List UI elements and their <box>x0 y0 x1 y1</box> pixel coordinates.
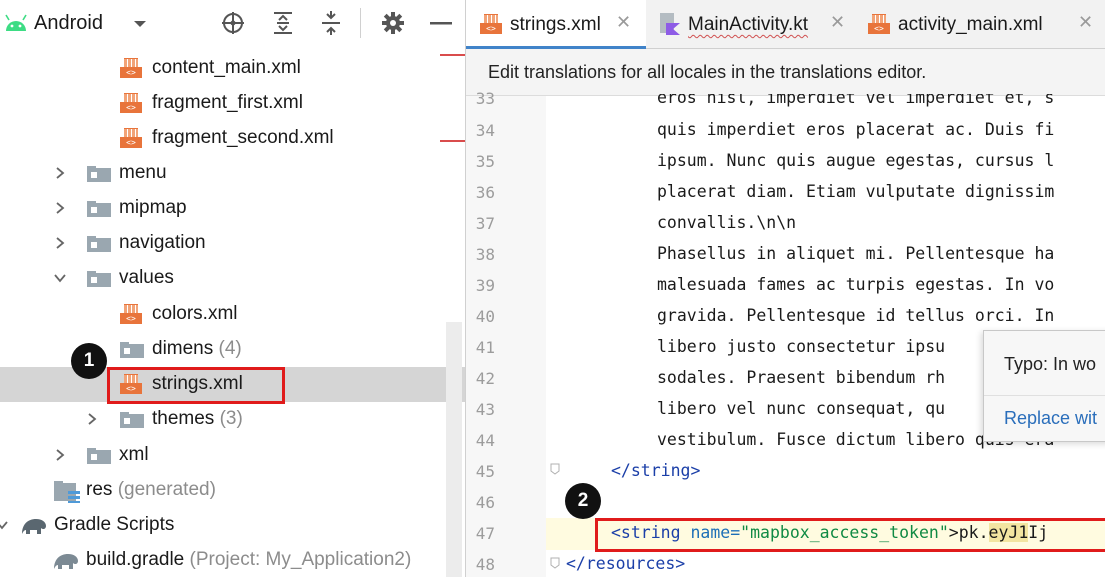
highlight-box-mapbox-token <box>595 518 1105 552</box>
tree-item-label: fragment_second.xml <box>152 127 334 148</box>
tree-item-label: xml <box>119 444 149 465</box>
typo-message: Typo: In wo <box>1004 354 1097 374</box>
collapse-all-button[interactable] <box>318 10 344 36</box>
tree-item-label: res (generated) <box>86 479 216 500</box>
tab-mainactivity-kt[interactable]: MainActivity.kt ✕ <box>646 0 854 48</box>
tree-item-xml[interactable]: xml <box>0 438 465 473</box>
tree-item-build-gradle[interactable]: build.gradle (Project: My_Application2) <box>0 543 465 577</box>
close-icon[interactable]: ✕ <box>616 12 631 33</box>
collapse-all-icon <box>322 11 340 35</box>
chevron-down-icon[interactable] <box>0 519 8 531</box>
xml-file-icon: <> <box>120 304 142 324</box>
header-divider <box>360 8 361 38</box>
folder-icon <box>87 166 111 182</box>
step-badge-2: 2 <box>565 483 601 519</box>
typo-quickfix-popup: Typo: In wo Replace wit <box>983 330 1105 442</box>
line-number-gutter <box>466 96 546 577</box>
xml-file-icon: <> <box>120 58 142 78</box>
popup-separator <box>984 395 1105 396</box>
project-panel-header: Android <box>0 0 465 48</box>
folder-icon <box>87 448 111 464</box>
gradle-elephant-icon <box>22 519 46 534</box>
tab-label: MainActivity.kt <box>688 14 809 35</box>
settings-button[interactable] <box>380 10 406 36</box>
kotlin-file-icon <box>660 13 680 35</box>
change-marker <box>440 140 465 142</box>
expand-all-icon <box>274 12 292 34</box>
gradle-elephant-icon <box>54 554 78 569</box>
tree-item-label: colors.xml <box>152 303 238 324</box>
tree-item-fragment-first-xml[interactable]: <> fragment_first.xml <box>0 86 465 121</box>
tree-item-fragment-second-xml[interactable]: <> fragment_second.xml <box>0 121 465 156</box>
folder-icon <box>120 342 144 358</box>
tab-label: activity_main.xml <box>898 14 1043 35</box>
tree-item-label: content_main.xml <box>152 57 301 78</box>
tree-item-menu[interactable]: menu <box>0 156 465 191</box>
tree-item-label: themes (3) <box>152 408 243 429</box>
tree-item-res-generated[interactable]: res (generated) <box>0 473 465 508</box>
tree-item-gradle-scripts[interactable]: Gradle Scripts <box>0 508 465 543</box>
fold-marker-icon[interactable] <box>550 463 560 475</box>
change-marker <box>440 54 465 56</box>
tree-item-navigation[interactable]: navigation <box>0 226 465 261</box>
tree-item-count: (4) <box>218 338 242 359</box>
translations-editor-banner: Edit translations for all locales in the… <box>466 49 1105 96</box>
tree-item-label: menu <box>119 162 167 183</box>
tree-item-themes[interactable]: themes (3) <box>0 402 465 437</box>
chevron-right-icon[interactable] <box>86 413 98 425</box>
xml-file-icon: <> <box>480 14 502 34</box>
tree-item-label: fragment_first.xml <box>152 92 303 113</box>
folder-icon <box>87 271 111 287</box>
project-panel: Android <> content_main.xml <> fragment_… <box>0 0 465 577</box>
chevron-right-icon[interactable] <box>54 237 66 249</box>
folder-icon <box>87 236 111 252</box>
resource-folder-icon <box>54 481 80 503</box>
folder-icon <box>87 201 111 217</box>
gear-icon <box>382 12 404 34</box>
xml-file-icon: <> <box>120 128 142 148</box>
tree-item-label: Gradle Scripts <box>54 514 175 535</box>
xml-file-icon: <> <box>120 93 142 113</box>
expand-all-button[interactable] <box>270 10 296 36</box>
fold-marker-icon[interactable] <box>550 557 560 569</box>
chevron-down-icon[interactable] <box>54 272 66 284</box>
tree-item-label: build.gradle (Project: My_Application2) <box>86 549 412 570</box>
project-panel-scrollbar[interactable] <box>446 322 462 577</box>
replace-with-action[interactable]: Replace wit <box>1004 408 1097 429</box>
tree-item-mipmap[interactable]: mipmap <box>0 191 465 226</box>
close-icon[interactable]: ✕ <box>830 12 845 33</box>
project-view-selector[interactable]: Android <box>34 12 103 35</box>
tree-item-dimens[interactable]: dimens (4) <box>0 332 465 367</box>
step-badge-1: 1 <box>71 343 107 379</box>
tab-strings-xml[interactable]: <> strings.xml ✕ <box>466 0 646 49</box>
tree-item-generated-hint: (generated) <box>117 479 216 500</box>
chevron-down-icon[interactable] <box>132 19 148 29</box>
crosshair-icon <box>222 12 244 34</box>
tree-item-label: navigation <box>119 232 206 253</box>
android-icon <box>5 14 27 31</box>
tab-activity-main-xml[interactable]: <> activity_main.xml ✕ <box>856 0 1105 48</box>
chevron-right-icon[interactable] <box>54 449 66 461</box>
chevron-right-icon[interactable] <box>54 167 66 179</box>
banner-message: Edit translations for all locales in the… <box>488 62 927 82</box>
project-tree: <> content_main.xml <> fragment_first.xm… <box>0 48 465 577</box>
tree-item-label: values <box>119 267 174 288</box>
tree-item-label: mipmap <box>119 197 187 218</box>
tree-item-project-hint: (Project: My_Application2) <box>189 549 412 570</box>
chevron-right-icon[interactable] <box>54 202 66 214</box>
highlight-box-strings-xml <box>107 367 285 404</box>
tab-label: strings.xml <box>510 14 601 35</box>
tree-item-content-main-xml[interactable]: <> content_main.xml <box>0 51 465 86</box>
tree-item-label: dimens (4) <box>152 338 242 359</box>
close-icon[interactable]: ✕ <box>1078 12 1093 33</box>
hide-panel-button[interactable] <box>428 10 454 36</box>
tree-item-count: (3) <box>219 408 243 429</box>
locate-file-button[interactable] <box>220 10 246 36</box>
minimize-icon <box>430 22 452 25</box>
xml-file-icon: <> <box>868 14 890 34</box>
folder-icon <box>120 412 144 428</box>
editor-tab-bar: <> strings.xml ✕ MainActivity.kt ✕ <> ac… <box>466 0 1105 49</box>
tree-item-values[interactable]: values <box>0 261 465 296</box>
tree-item-colors-xml[interactable]: <> colors.xml <box>0 297 465 332</box>
